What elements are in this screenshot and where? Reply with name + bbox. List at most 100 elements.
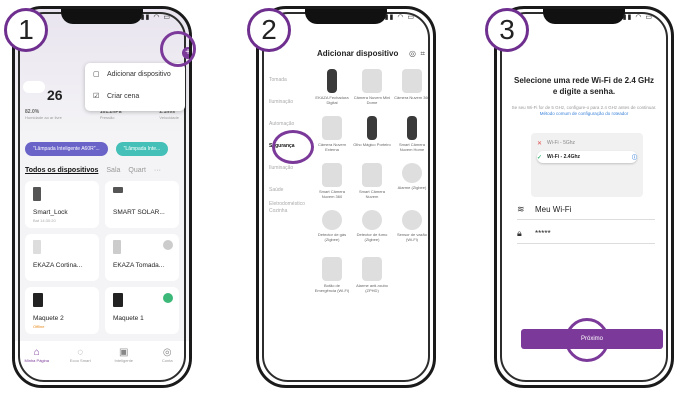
device-type-label: Olho Mágico Porteiro	[353, 142, 391, 147]
cloud-icon	[23, 81, 45, 93]
step-badge-2: 2	[247, 8, 291, 52]
tab-all-devices[interactable]: Todos os dispositivos	[25, 167, 98, 174]
device-card[interactable]: SMART SOLAR...	[105, 181, 179, 228]
phone-notch	[305, 9, 387, 24]
device-type-label: Câmera Nuvem Externa	[317, 142, 346, 152]
highlight-ring	[565, 318, 609, 362]
nav-account[interactable]: ◎ Conta	[152, 347, 182, 363]
device-type-item[interactable]: Câmera Nuvem Externa	[313, 116, 351, 159]
bulb-icon: ◌	[77, 347, 84, 358]
status-bar: ▮▮ ◠ ▭	[140, 14, 171, 21]
nav-home[interactable]: ⌂ Minha Página	[22, 347, 52, 363]
check-icon: ✓	[537, 154, 543, 161]
lock-icon	[33, 187, 41, 201]
wifi-network-list: ✕ Wi-Fi - 5Ghz ✓ Wi-Fi - 2.4Ghz ⓘ	[531, 133, 643, 197]
stat-humidity: 82.0% Humidade ao ar livre	[25, 109, 62, 120]
category-item[interactable]: Eletrodoméstico Cozinha	[269, 201, 309, 223]
router-help-link[interactable]: Método comum de configuração do roteador	[540, 111, 629, 116]
power-icon[interactable]	[163, 240, 173, 250]
profile-icon: ◎	[162, 347, 172, 358]
category-item[interactable]: Iluminação	[269, 91, 309, 113]
device-card[interactable]: Maquete 2 Offline	[25, 287, 99, 334]
device-type-label: Detector de fumo (Zigbee)	[356, 232, 388, 242]
phone-notch	[543, 9, 625, 24]
page-subtitle: Se seu Wi-Fi for de 5 GHz, configure-o p…	[511, 105, 657, 116]
device-type-item[interactable]: Botão de Emergência (Wi-Fi)	[313, 257, 351, 300]
device-type-label: Sensor de vazão (Wi-Fi)	[396, 232, 428, 242]
room-tabs: Todos os dispositivos Sala Quart ···	[25, 167, 179, 174]
device-type-item[interactable]: Detector de gás (Zigbee)	[313, 210, 351, 253]
tab-living-room[interactable]: Sala	[106, 167, 120, 174]
menu-item-create-scene[interactable]: ☑ Criar cena	[85, 85, 185, 107]
cross-icon: ✕	[537, 140, 543, 147]
device-type-item[interactable]: Câmera Nuvem 360	[393, 69, 431, 112]
device-type-label: Câmera Nuvem Mini Dome	[353, 95, 391, 105]
home-icon: ⌂	[33, 347, 40, 358]
plug-icon	[113, 240, 121, 254]
scan-icon[interactable]: ◎	[409, 49, 416, 58]
bottom-nav: ⌂ Minha Página ◌ Ecoo Smart ▣ Inteligent…	[15, 341, 189, 385]
wifi-option-selected[interactable]: ✓ Wi-Fi - 2.4Ghz ⓘ	[537, 151, 637, 163]
step-badge-3: 3	[485, 8, 529, 52]
highlight-ring	[160, 31, 196, 67]
weather-temperature: 26	[47, 87, 63, 103]
device-type-label: Alarme anti-roubo (ZPHD)	[356, 283, 388, 293]
device-image-icon	[407, 116, 417, 140]
switch-icon	[33, 293, 43, 307]
qr-icon[interactable]: ⌗	[420, 49, 425, 58]
curtain-icon	[33, 240, 41, 254]
device-type-item[interactable]: Smart Câmera Nuvem	[353, 163, 391, 206]
device-type-item[interactable]: Alarme (Zigbee)	[393, 163, 431, 206]
device-type-item[interactable]: Alarme anti-roubo (ZPHD)	[353, 257, 391, 300]
phone-1: ▮▮ ◠ ▭ 26 82.0% Humidade ao ar livre 101.…	[12, 6, 192, 388]
tab-bedroom[interactable]: Quart	[128, 167, 146, 174]
power-icon[interactable]	[163, 293, 173, 303]
nav-intelligent[interactable]: ▣ Inteligente	[109, 347, 139, 363]
device-type-item[interactable]: Sensor de vazão (Wi-Fi)	[393, 210, 431, 253]
device-card[interactable]: EKAZA Tomada...	[105, 234, 179, 281]
device-icon: ▢	[93, 71, 100, 78]
device-card[interactable]: Smart_Lock Bat 14:30:20	[25, 181, 99, 228]
wifi-password-field[interactable]: 🔒︎ *****	[517, 223, 655, 244]
nav-smart[interactable]: ◌ Ecoo Smart	[65, 347, 95, 363]
menu-item-add-device[interactable]: ▢ Adicionar dispositivo	[85, 63, 185, 85]
device-image-icon	[402, 69, 422, 93]
device-card[interactable]: Maquete 1	[105, 287, 179, 334]
device-type-item[interactable]: Detector de fumo (Zigbee)	[353, 210, 391, 253]
device-type-item[interactable]: EKAZA Fechadura Digital	[313, 69, 351, 112]
wifi-option[interactable]	[537, 180, 637, 192]
device-type-item[interactable]: Smart Câmera Nuvem 360	[313, 163, 351, 206]
device-type-label: EKAZA Fechadura Digital	[315, 95, 349, 105]
more-icon[interactable]: ···	[154, 167, 161, 174]
device-image-icon	[402, 210, 422, 230]
device-type-item[interactable]: Olho Mágico Porteiro	[353, 116, 391, 159]
info-icon[interactable]: ⓘ	[632, 154, 637, 161]
step-badge-1: 1	[4, 8, 48, 52]
device-image-icon	[367, 116, 377, 140]
wifi-option[interactable]	[537, 166, 637, 178]
category-item[interactable]: Tomada	[269, 69, 309, 91]
device-type-label: Smart Câmera Nuvem Home	[398, 142, 425, 152]
wifi-name-field[interactable]: ≋ Meu Wi-Fi	[517, 199, 655, 220]
status-bar: ▮▮ ◠ ▭	[384, 14, 415, 21]
device-card[interactable]: EKAZA Cortina...	[25, 234, 99, 281]
solar-icon	[113, 187, 123, 193]
device-type-label: Botão de Emergência (Wi-Fi)	[314, 283, 350, 293]
device-type-item[interactable]: Câmera Nuvem Mini Dome	[353, 69, 391, 112]
wifi-icon: ≋	[517, 203, 525, 214]
scene-icon: ▣	[119, 347, 129, 358]
device-image-icon	[322, 210, 342, 230]
scene-chip[interactable]: "Lâmpada Inteligente A60R"...	[25, 142, 108, 156]
highlight-ring	[272, 130, 314, 164]
device-type-item[interactable]: Smart Câmera Nuvem Home	[393, 116, 431, 159]
wifi-option[interactable]: ✕ Wi-Fi - 5Ghz	[537, 137, 637, 149]
device-image-icon	[362, 69, 382, 93]
device-grid: Smart_Lock Bat 14:30:20 SMART SOLAR... E…	[25, 181, 179, 334]
device-type-label: Smart Câmera Nuvem	[358, 189, 385, 199]
scene-icon: ☑	[93, 93, 100, 100]
device-image-icon	[362, 210, 382, 230]
scene-chip[interactable]: "Lâmpada Inte...	[115, 142, 169, 156]
device-type-label: Smart Câmera Nuvem 360	[318, 189, 345, 199]
device-image-icon	[402, 163, 422, 183]
category-item[interactable]: Saúde	[269, 179, 309, 201]
